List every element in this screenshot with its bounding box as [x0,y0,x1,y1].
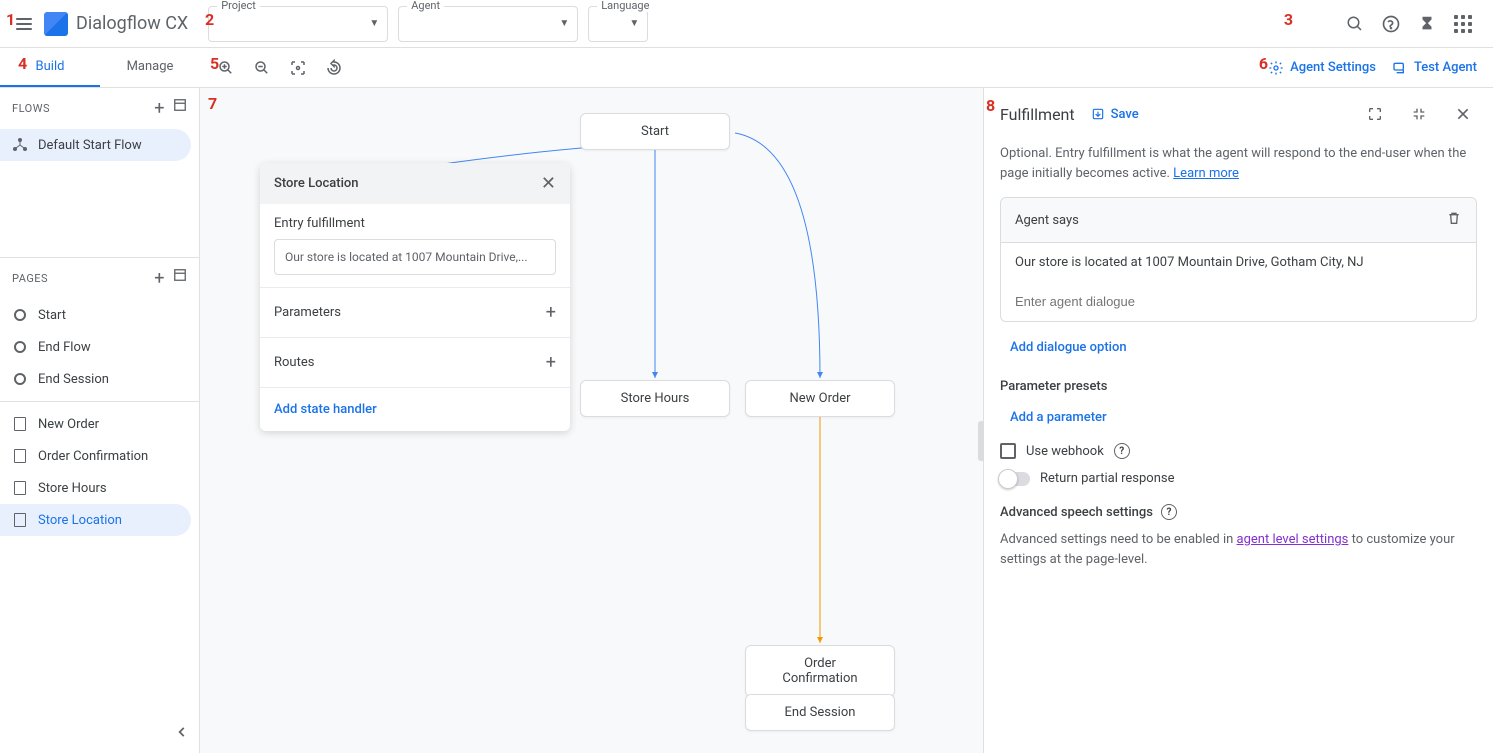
sidebar-page-new-order[interactable]: New Order [0,408,191,440]
annotation-6: 6 [1259,54,1268,73]
collapse-icon[interactable] [1405,100,1433,128]
panel-description: Optional. Entry fulfillment is what the … [1000,144,1477,183]
use-webhook-label: Use webhook [1026,444,1104,459]
agent-dialogue-text[interactable]: Our store is located at 1007 Mountain Dr… [1001,243,1476,282]
sidebar-page-end-session[interactable]: End Session [0,363,191,395]
add-state-handler-link[interactable]: Add state handler [260,388,570,431]
close-icon[interactable]: ✕ [541,173,556,194]
help-icon[interactable]: ? [1161,504,1177,520]
agent-settings-button[interactable]: Agent Settings [1268,60,1376,76]
flows-menu-icon[interactable] [173,98,187,119]
product-logo: Dialogflow CX [44,12,188,36]
save-button[interactable]: Save [1091,107,1139,122]
annotation-5: 5 [210,54,219,73]
test-agent-button[interactable]: Test Agent [1392,60,1477,76]
close-panel-icon[interactable] [1449,100,1477,128]
add-page-icon[interactable]: + [154,268,165,289]
collapse-sidebar-icon[interactable] [0,715,199,753]
annotation-2: 2 [205,10,214,29]
project-selector[interactable]: Project ▼ [208,6,388,42]
annotation-7: 7 [208,94,217,113]
dropdown-icon: ▼ [369,18,379,29]
hourglass-icon[interactable] [1409,6,1445,42]
annotation-3: 3 [1284,10,1293,29]
agent-selector[interactable]: Agent ▼ [398,6,578,42]
fit-icon[interactable] [282,52,314,84]
sidebar: FLOWS + Default Start Flow PAGES + [0,88,200,753]
entry-fulfillment-label: Entry fulfillment [274,216,556,231]
node-start[interactable]: Start [580,113,730,150]
apps-icon[interactable] [1445,6,1481,42]
add-flow-icon[interactable]: + [154,98,165,119]
routes-row[interactable]: Routes + [260,338,570,388]
return-partial-toggle[interactable] [1000,472,1030,486]
flow-canvas[interactable]: 7 Start Store Hours New Order Order Conf… [200,88,983,753]
parameters-row[interactable]: Parameters + [260,288,570,338]
expand-icon[interactable] [1361,100,1389,128]
node-end-session[interactable]: End Session [745,694,895,731]
menu-icon[interactable] [12,12,36,36]
sidebar-flow-default[interactable]: Default Start Flow [0,129,191,161]
agent-dialogue-input[interactable] [1001,282,1476,321]
flows-label: FLOWS [12,102,50,115]
tab-manage[interactable]: Manage [100,48,200,87]
page-detail-card: Store Location ✕ Entry fulfillment Our s… [260,163,570,431]
agent-says-label: Agent says [1015,213,1079,228]
sidebar-page-store-hours[interactable]: Store Hours [0,472,191,504]
dropdown-icon: ▼ [629,18,639,29]
zoom-out-icon[interactable] [246,52,278,84]
sidebar-page-store-location[interactable]: Store Location [0,504,191,536]
tab-build[interactable]: Build [0,48,100,87]
flow-icon [12,137,28,153]
logo-icon [44,12,68,36]
annotation-1: 1 [6,10,15,29]
reset-icon[interactable] [318,52,350,84]
pages-label: PAGES [12,272,48,285]
search-icon[interactable] [1337,6,1373,42]
advanced-speech-label: Advanced speech settings [1000,505,1153,520]
advanced-speech-text: Advanced settings need to be enabled in … [1000,530,1477,569]
annotation-8: 8 [986,96,995,115]
help-icon[interactable] [1373,6,1409,42]
return-partial-label: Return partial response [1040,471,1174,486]
sidebar-page-end-flow[interactable]: End Flow [0,331,191,363]
product-name: Dialogflow CX [76,13,188,34]
annotation-4: 4 [18,54,27,73]
entry-fulfillment-preview[interactable]: Our store is located at 1007 Mountain Dr… [274,239,556,275]
pages-menu-icon[interactable] [173,268,187,289]
dropdown-icon: ▼ [559,18,569,29]
agent-level-settings-link[interactable]: agent level settings [1237,532,1349,547]
card-title: Store Location [274,176,359,191]
help-icon[interactable]: ? [1114,443,1130,459]
resize-handle[interactable] [978,421,984,461]
sidebar-page-order-confirmation[interactable]: Order Confirmation [0,440,191,472]
parameter-presets-label: Parameter presets [1000,379,1477,394]
sidebar-page-start[interactable]: Start [0,299,191,331]
learn-more-link[interactable]: Learn more [1173,166,1239,181]
node-order-confirmation[interactable]: Order Confirmation [745,645,895,697]
add-parameter-link[interactable]: Add a parameter [1000,404,1117,431]
node-new-order[interactable]: New Order [745,380,895,417]
node-store-hours[interactable]: Store Hours [580,380,730,417]
add-dialogue-link[interactable]: Add dialogue option [1000,334,1137,361]
use-webhook-checkbox[interactable] [1000,443,1016,459]
fulfillment-panel: 8 Fulfillment Save Optional. Entry fulfi… [983,88,1493,753]
add-parameter-icon[interactable]: + [546,302,556,323]
panel-title: Fulfillment [1000,105,1075,124]
add-route-icon[interactable]: + [546,352,556,373]
language-selector[interactable]: Language ▼ [588,6,648,42]
delete-icon[interactable] [1446,210,1462,230]
